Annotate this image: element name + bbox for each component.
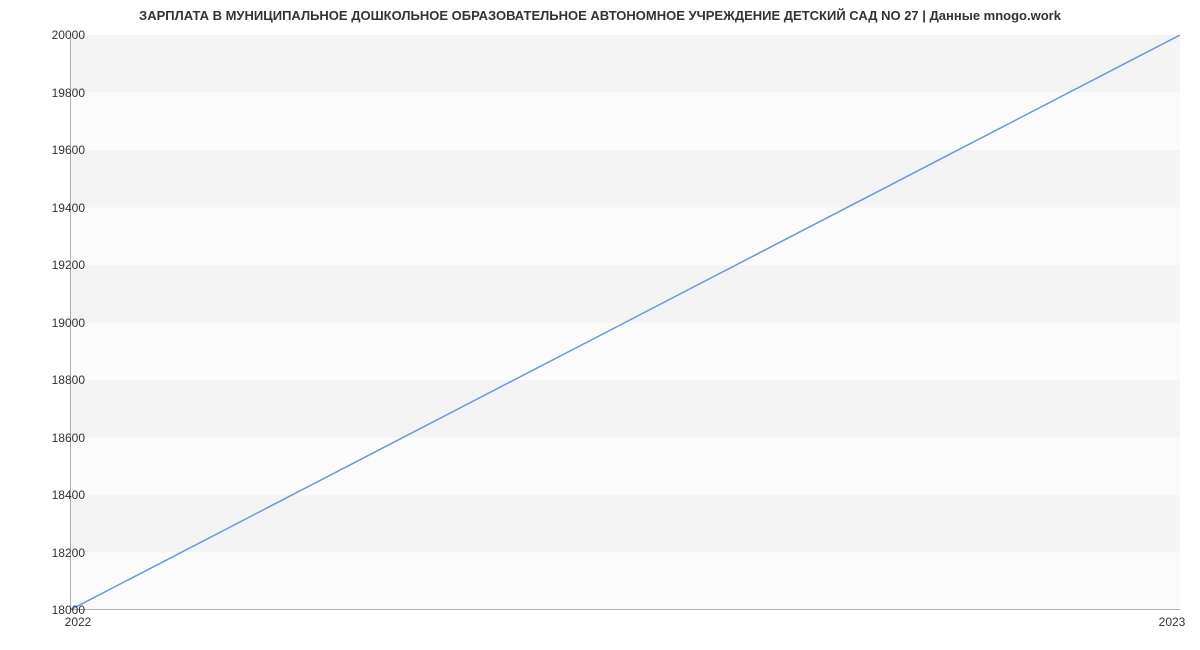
x-tick-label: 2022 bbox=[65, 615, 92, 629]
y-tick-label: 19800 bbox=[35, 86, 85, 100]
x-tick-label: 2023 bbox=[1159, 615, 1186, 629]
y-tick-label: 19000 bbox=[35, 316, 85, 330]
plot-area bbox=[70, 35, 1180, 610]
y-tick-label: 18200 bbox=[35, 546, 85, 560]
y-tick-label: 20000 bbox=[35, 28, 85, 42]
y-tick-label: 19400 bbox=[35, 201, 85, 215]
chart-container: ЗАРПЛАТА В МУНИЦИПАЛЬНОЕ ДОШКОЛЬНОЕ ОБРА… bbox=[0, 0, 1200, 650]
y-tick-label: 18400 bbox=[35, 488, 85, 502]
chart-title: ЗАРПЛАТА В МУНИЦИПАЛЬНОЕ ДОШКОЛЬНОЕ ОБРА… bbox=[0, 0, 1200, 23]
y-tick-label: 18800 bbox=[35, 373, 85, 387]
y-tick-label: 18600 bbox=[35, 431, 85, 445]
y-tick-label: 19600 bbox=[35, 143, 85, 157]
y-tick-label: 19200 bbox=[35, 258, 85, 272]
